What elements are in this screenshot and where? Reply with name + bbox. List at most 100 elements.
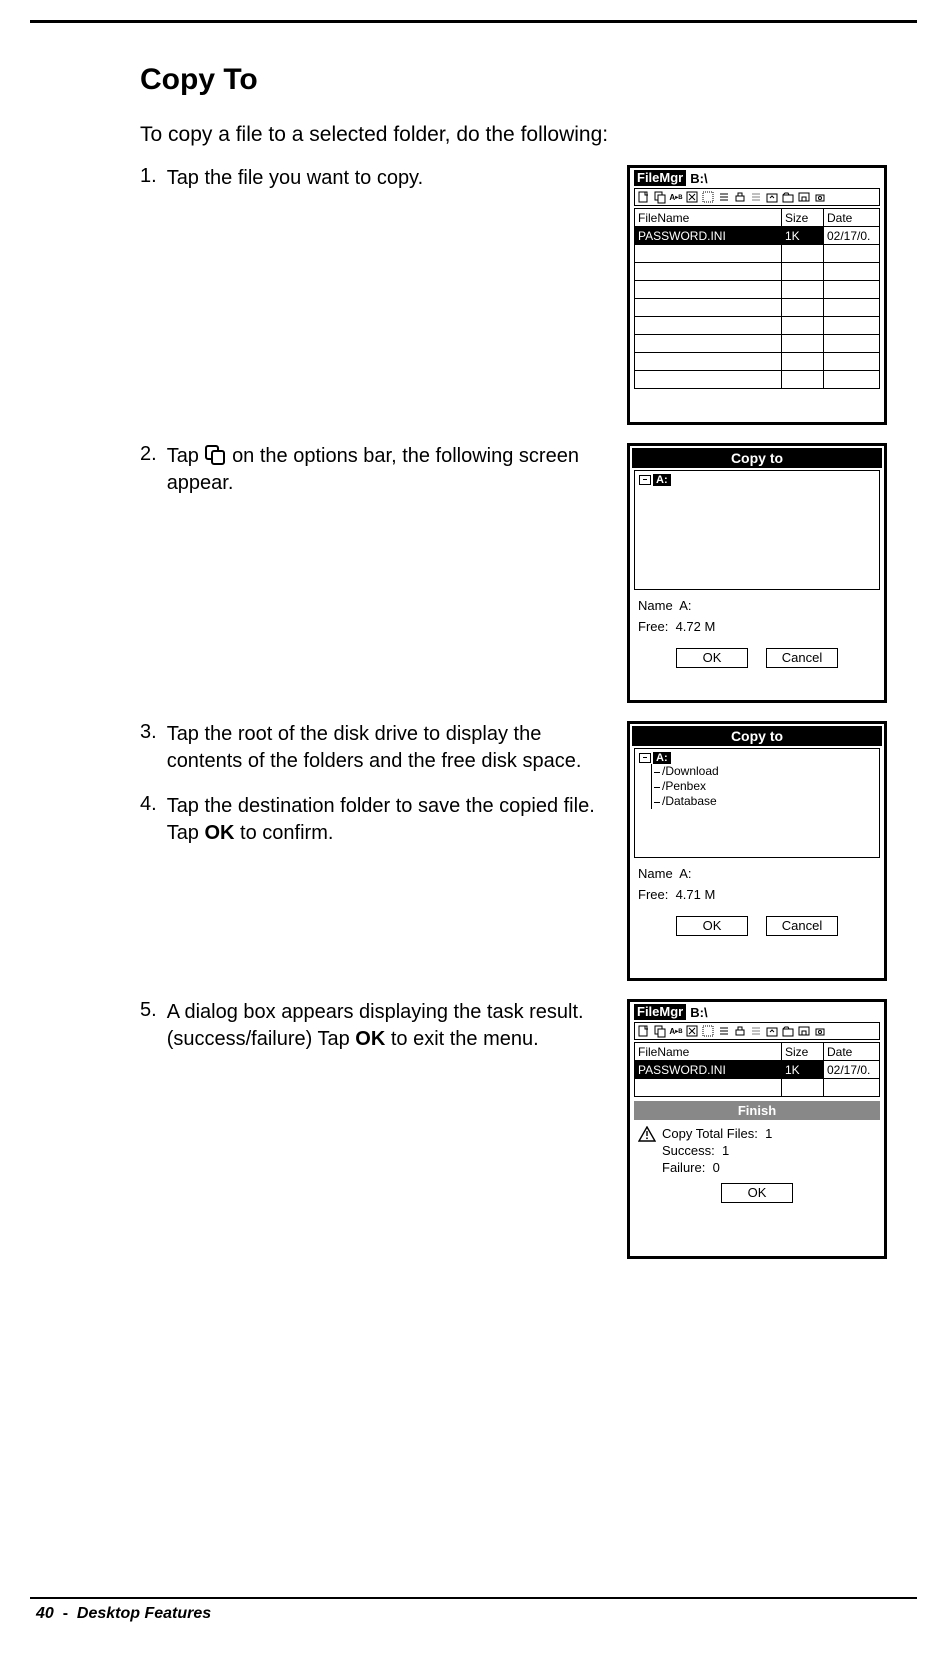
- subfolders: /Download /Penbex /Database: [651, 764, 875, 809]
- eject-icon[interactable]: [813, 190, 827, 204]
- print-icon[interactable]: [733, 190, 747, 204]
- cell-size: 1K: [782, 1061, 824, 1079]
- app-name: FileMgr: [634, 1004, 686, 1020]
- footer-sep: -: [63, 1605, 68, 1622]
- ok-button[interactable]: OK: [721, 1183, 793, 1203]
- success-line: Success: 1: [662, 1143, 772, 1160]
- file-table: FileName Size Date PASSWORD.INI 1K 02/17…: [634, 208, 880, 389]
- name-value: A:: [679, 866, 691, 881]
- folder-item[interactable]: /Database: [654, 794, 875, 809]
- finish-bar: Finish: [634, 1101, 880, 1120]
- step-text: Tap the root of the disk drive to displa…: [167, 721, 611, 775]
- table-row[interactable]: [635, 263, 880, 281]
- cancel-button[interactable]: Cancel: [766, 916, 838, 936]
- table-row[interactable]: [635, 245, 880, 263]
- total-label: Copy Total Files:: [662, 1126, 758, 1141]
- drive-icon: [639, 753, 651, 763]
- cancel-button[interactable]: Cancel: [766, 648, 838, 668]
- eject-icon[interactable]: [813, 1024, 827, 1038]
- step-number: 5.: [140, 999, 157, 1053]
- step-text: Tap the file you want to copy.: [167, 165, 423, 192]
- cell-date: 02/17/0.: [824, 1061, 880, 1079]
- drive-label: A:: [653, 474, 671, 486]
- step-text: Tap the destination folder to save the c…: [167, 793, 611, 847]
- copy-icon[interactable]: [653, 190, 667, 204]
- list-icon[interactable]: [717, 190, 731, 204]
- table-row[interactable]: PASSWORD.INI 1K 02/17/0.: [635, 1061, 880, 1079]
- new-file-icon[interactable]: [637, 190, 651, 204]
- drive-node[interactable]: A:: [639, 474, 875, 486]
- success-label: Success:: [662, 1143, 715, 1158]
- properties-icon[interactable]: [701, 1024, 715, 1038]
- cell-filename: PASSWORD.INI: [635, 227, 782, 245]
- step-1: 1. Tap the file you want to copy. FileMg…: [140, 165, 887, 425]
- up-folder-icon[interactable]: [765, 190, 779, 204]
- disk-icon[interactable]: [797, 190, 811, 204]
- name-line: Name A:: [638, 598, 876, 613]
- delete-icon[interactable]: [685, 1024, 699, 1038]
- folder-item[interactable]: /Penbex: [654, 779, 875, 794]
- name-line: Name A:: [638, 866, 876, 881]
- step-text: Tap on the options bar, the following sc…: [167, 443, 611, 497]
- delete-icon[interactable]: [685, 190, 699, 204]
- page-number: 40: [36, 1605, 54, 1622]
- folder-icon[interactable]: [781, 1024, 795, 1038]
- table-row[interactable]: [635, 371, 880, 389]
- file-table: FileName Size Date PASSWORD.INI 1K 02/17…: [634, 1042, 880, 1097]
- page-footer: 40 - Desktop Features: [30, 1597, 917, 1653]
- table-row[interactable]: [635, 317, 880, 335]
- properties-icon[interactable]: [701, 190, 715, 204]
- free-value: 4.71 M: [676, 887, 716, 902]
- ok-button[interactable]: OK: [676, 648, 748, 668]
- table-row[interactable]: [635, 281, 880, 299]
- screenshot-filemgr: FileMgr B:\ A▸B: [627, 165, 887, 425]
- folder-tree: A:: [634, 470, 880, 590]
- step-number: 2.: [140, 443, 157, 497]
- dialog-title: Copy to: [632, 448, 882, 468]
- table-row[interactable]: PASSWORD.INI 1K 02/17/0.: [635, 227, 880, 245]
- total-value: 1: [765, 1126, 772, 1141]
- name-label: Name: [638, 598, 673, 613]
- failure-line: Failure: 0: [662, 1160, 772, 1177]
- folder-tree: A: /Download /Penbex /Database: [634, 748, 880, 858]
- dialog-title: Copy to: [632, 726, 882, 746]
- print-icon[interactable]: [733, 1024, 747, 1038]
- drive-node[interactable]: A:: [639, 752, 875, 764]
- list-icon[interactable]: [717, 1024, 731, 1038]
- step-number: 4.: [140, 793, 157, 847]
- page-title: Copy To: [140, 63, 887, 97]
- new-file-icon[interactable]: [637, 1024, 651, 1038]
- ab-icon[interactable]: A▸B: [669, 1024, 683, 1038]
- bars-icon[interactable]: [749, 190, 763, 204]
- screenshot-copyto-initial: Copy to A: Name A: Free: 4.72 M: [627, 443, 887, 703]
- table-row[interactable]: [635, 353, 880, 371]
- bars-icon[interactable]: [749, 1024, 763, 1038]
- step-text-bold: OK: [355, 1028, 385, 1050]
- table-row[interactable]: [635, 335, 880, 353]
- ok-button[interactable]: OK: [676, 916, 748, 936]
- col-filename: FileName: [635, 209, 782, 227]
- step-3-4: 3. Tap the root of the disk drive to dis…: [140, 721, 887, 981]
- table-row[interactable]: [635, 1079, 880, 1097]
- step-text-post: on the options bar, the following screen…: [167, 445, 579, 494]
- free-line: Free: 4.72 M: [638, 619, 876, 634]
- toolbar: A▸B: [634, 188, 880, 206]
- ab-icon[interactable]: A▸B: [669, 190, 683, 204]
- cell-size: 1K: [782, 227, 824, 245]
- copy-icon[interactable]: [653, 1024, 667, 1038]
- cell-filename: PASSWORD.INI: [635, 1061, 782, 1079]
- table-row[interactable]: [635, 299, 880, 317]
- col-date: Date: [824, 1043, 880, 1061]
- disk-icon[interactable]: [797, 1024, 811, 1038]
- drive-label: A:: [653, 752, 671, 764]
- app-name: FileMgr: [634, 170, 686, 186]
- step-text-post: to confirm.: [235, 822, 334, 844]
- path-label: B:\: [686, 171, 707, 186]
- window-titlebar: FileMgr B:\: [630, 1002, 884, 1022]
- warning-icon: [638, 1126, 656, 1142]
- step-text-post: to exit the menu.: [385, 1028, 538, 1050]
- cell-date: 02/17/0.: [824, 227, 880, 245]
- up-folder-icon[interactable]: [765, 1024, 779, 1038]
- folder-item[interactable]: /Download: [654, 764, 875, 779]
- folder-icon[interactable]: [781, 190, 795, 204]
